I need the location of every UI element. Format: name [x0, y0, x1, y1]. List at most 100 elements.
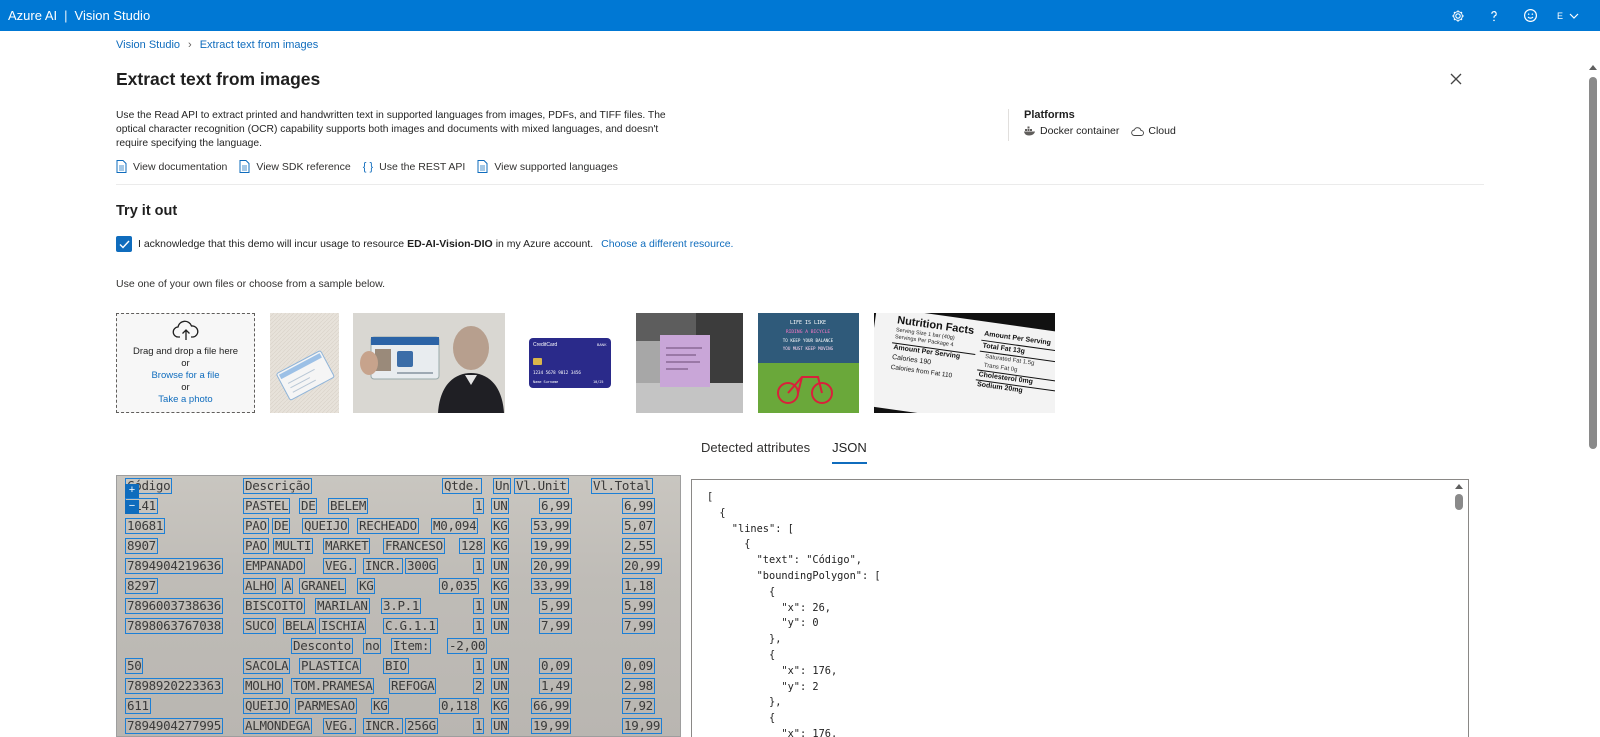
ocr-word-box[interactable]: 10681 — [125, 518, 166, 534]
ocr-word-box[interactable]: 19,99 — [622, 718, 663, 734]
ocr-word-box[interactable]: 2 — [473, 678, 485, 694]
json-scroll-thumb[interactable] — [1455, 494, 1463, 510]
ocr-word-box[interactable]: 300G — [405, 558, 438, 574]
link-view-sdk-reference[interactable]: View SDK reference — [239, 160, 351, 173]
ocr-result-image[interactable]: Código Descrição Qtde. Un Vl.Unit Vl.Total 014… — [116, 475, 681, 737]
ocr-word-box[interactable]: KG — [491, 538, 510, 554]
feedback-smiley-icon[interactable] — [1512, 0, 1548, 31]
ocr-word-box[interactable]: 7,99 — [539, 618, 572, 634]
tab-detected-attributes[interactable]: Detected attributes — [701, 440, 810, 464]
zoom-out-button[interactable]: − — [125, 500, 139, 514]
link-view-documentation[interactable]: View documentation — [116, 160, 227, 173]
ocr-word-box[interactable]: SUCO — [243, 618, 276, 634]
ocr-word-box[interactable]: 20,99 — [622, 558, 663, 574]
breadcrumb-current[interactable]: Extract text from images — [200, 39, 319, 51]
scroll-thumb[interactable] — [1589, 77, 1597, 449]
ocr-word-box[interactable]: DE — [272, 518, 291, 534]
ocr-word-box[interactable]: Vl.Total — [591, 478, 653, 494]
ocr-word-box[interactable]: Descrição — [243, 478, 313, 494]
ocr-word-box[interactable]: 1 — [473, 598, 485, 614]
breadcrumb-root[interactable]: Vision Studio — [116, 39, 180, 51]
ocr-word-box[interactable]: VEG. — [323, 718, 356, 734]
ocr-word-box[interactable]: UN — [491, 718, 510, 734]
brand[interactable]: Azure AI | Vision Studio — [8, 8, 150, 23]
ocr-word-box[interactable]: 3.P.1 — [381, 598, 422, 614]
ocr-word-box[interactable]: 5,99 — [622, 598, 655, 614]
ocr-word-box[interactable]: 7,92 — [622, 698, 655, 714]
ocr-word-box[interactable]: 1 — [473, 658, 485, 674]
ocr-word-box[interactable]: KG — [491, 698, 510, 714]
ocr-word-box[interactable]: 19,99 — [531, 538, 572, 554]
ocr-word-box[interactable]: 5,07 — [622, 518, 655, 534]
help-icon[interactable] — [1476, 0, 1512, 31]
ocr-word-box[interactable]: 19,99 — [531, 718, 572, 734]
scroll-up-arrow[interactable] — [1589, 65, 1597, 70]
ocr-word-box[interactable]: MARILAN — [315, 598, 370, 614]
ocr-word-box[interactable]: SACOLA — [243, 658, 291, 674]
ocr-word-box[interactable]: 66,99 — [531, 698, 572, 714]
ocr-word-box[interactable]: 1 — [473, 718, 485, 734]
ocr-word-box[interactable]: BELEM — [328, 498, 369, 514]
ocr-word-box[interactable]: 128 — [459, 538, 485, 554]
ocr-word-box[interactable]: 0,118 — [439, 698, 480, 714]
json-scrollbar[interactable] — [1454, 484, 1464, 734]
ocr-word-box[interactable]: RECHEADO — [357, 518, 419, 534]
ocr-word-box[interactable]: 0,09 — [622, 658, 655, 674]
ocr-word-box[interactable]: UN — [491, 498, 510, 514]
ocr-word-box[interactable]: 1 — [473, 558, 485, 574]
ocr-word-box[interactable]: 7,99 — [622, 618, 655, 634]
ocr-word-box[interactable]: 7894904219636 — [125, 558, 223, 574]
ocr-word-box[interactable]: REFOGA — [389, 678, 437, 694]
ocr-word-box[interactable]: QUEIJO — [302, 518, 350, 534]
ocr-word-box[interactable]: 611 — [125, 698, 151, 714]
ocr-word-box[interactable]: ISCHIA — [319, 618, 367, 634]
ocr-word-box[interactable]: 1,49 — [539, 678, 572, 694]
ocr-word-box[interactable]: 0,09 — [539, 658, 572, 674]
ocr-word-box[interactable]: BISCOITO — [243, 598, 305, 614]
ocr-word-box[interactable]: 256G — [405, 718, 438, 734]
ocr-word-box[interactable]: PAO — [243, 518, 269, 534]
ocr-word-box[interactable]: Qtde. — [442, 478, 483, 494]
json-output-panel[interactable]: [ { "lines": [ { "text": "Código", "boun… — [691, 479, 1469, 737]
ocr-word-box[interactable]: 0,035 — [439, 578, 480, 594]
ocr-word-box[interactable]: PARMESAO — [295, 698, 357, 714]
ocr-word-box[interactable]: PASTEL — [243, 498, 291, 514]
acknowledge-checkbox[interactable] — [116, 236, 132, 252]
ocr-word-box[interactable]: C.G.1.1 — [383, 618, 438, 634]
zoom-in-button[interactable]: + — [125, 484, 139, 498]
ocr-word-box[interactable]: BIO — [383, 658, 409, 674]
ocr-word-box[interactable]: 7898920223363 — [125, 678, 223, 694]
ocr-word-box[interactable]: 2,55 — [622, 538, 655, 554]
ocr-word-box[interactable]: 7898063767038 — [125, 618, 223, 634]
ocr-word-box[interactable]: -2,00 — [447, 638, 488, 654]
ocr-word-box[interactable]: 1 — [473, 498, 485, 514]
ocr-word-box[interactable]: UN — [491, 678, 510, 694]
ocr-word-box[interactable]: INCR. — [363, 558, 404, 574]
ocr-word-box[interactable]: GRANEL — [299, 578, 347, 594]
ocr-word-box[interactable]: UN — [491, 618, 510, 634]
sample-sticky-note[interactable] — [636, 313, 743, 413]
close-icon[interactable] — [1447, 70, 1465, 88]
ocr-word-box[interactable]: 33,99 — [531, 578, 572, 594]
ocr-word-box[interactable]: Vl.Unit — [514, 478, 569, 494]
ocr-word-box[interactable]: 2,98 — [622, 678, 655, 694]
ocr-word-box[interactable]: KG — [357, 578, 376, 594]
ocr-word-box[interactable]: Item: — [391, 638, 432, 654]
ocr-word-box[interactable]: 20,99 — [531, 558, 572, 574]
sample-credit-card[interactable]: CreditCard BANK 1234 5678 9012 3456 Name… — [519, 313, 619, 413]
ocr-word-box[interactable]: A — [282, 578, 294, 594]
account-menu[interactable]: E — [1548, 11, 1588, 21]
choose-different-resource-link[interactable]: Choose a different resource. — [601, 238, 733, 250]
ocr-word-box[interactable]: ALMONDEGA — [243, 718, 313, 734]
ocr-word-box[interactable]: EMPANADO — [243, 558, 305, 574]
ocr-word-box[interactable]: UN — [491, 558, 510, 574]
file-dropzone[interactable]: Drag and drop a file here or Browse for … — [116, 313, 255, 413]
ocr-word-box[interactable]: VEG. — [323, 558, 356, 574]
ocr-word-box[interactable]: TOM.PRAMESA — [291, 678, 375, 694]
sample-id-card-photo[interactable] — [353, 313, 505, 413]
ocr-word-box[interactable]: Un — [493, 478, 512, 494]
ocr-word-box[interactable]: 8297 — [125, 578, 158, 594]
page-scrollbar[interactable] — [1586, 63, 1600, 737]
ocr-word-box[interactable]: no — [363, 638, 382, 654]
ocr-word-box[interactable]: 7896003738636 — [125, 598, 223, 614]
